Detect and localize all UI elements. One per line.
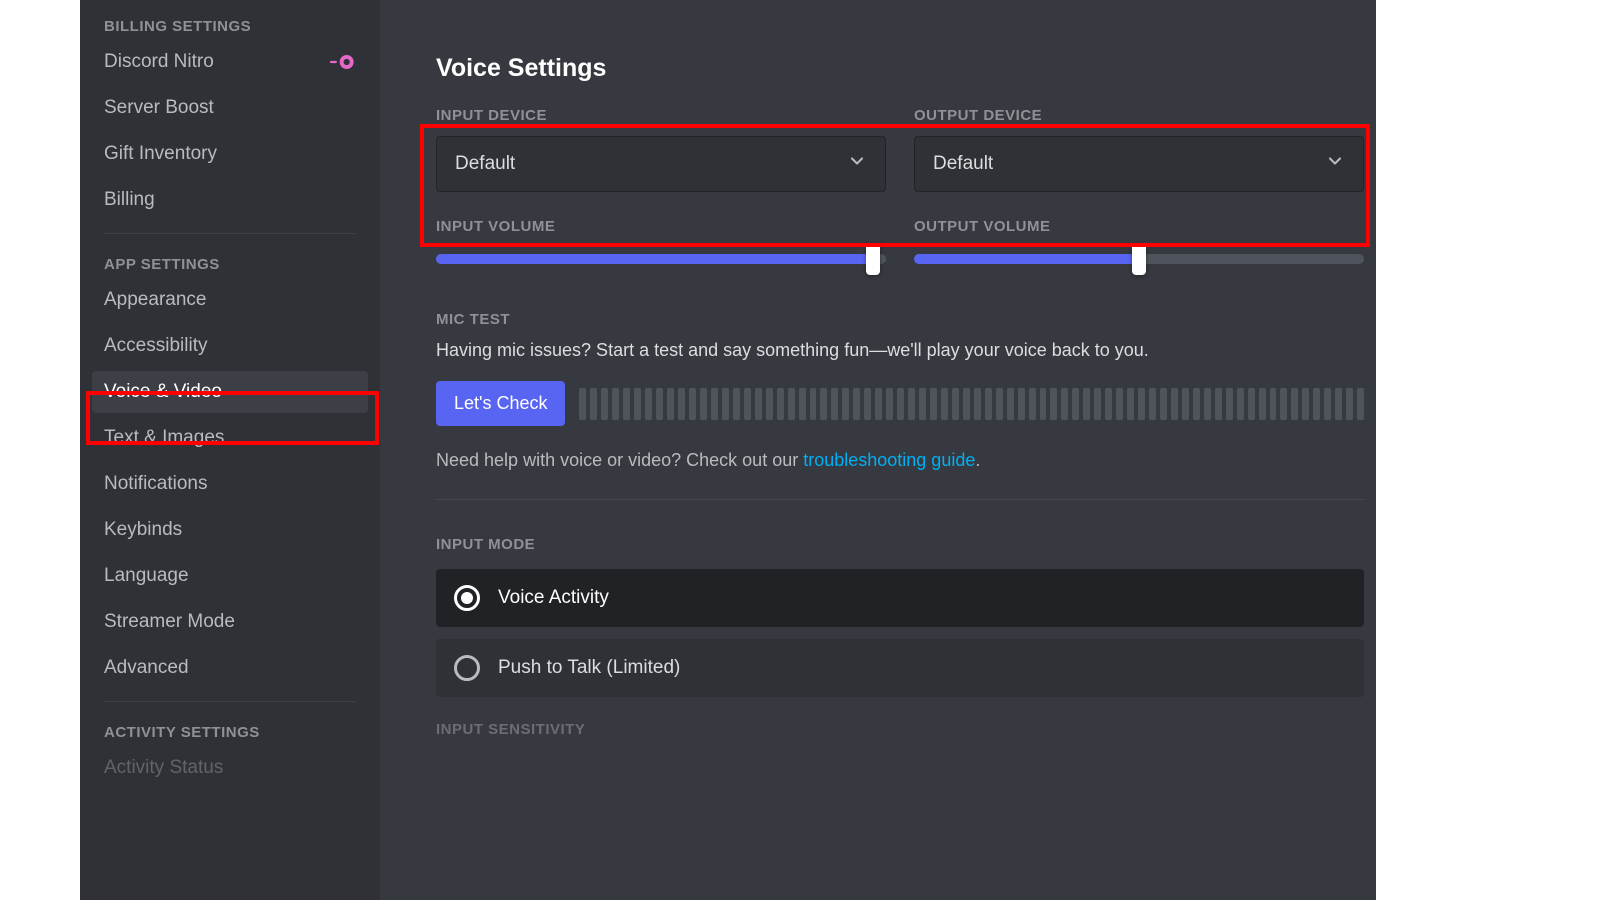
input-device-block: INPUT DEVICE Default <box>436 107 886 192</box>
input-device-label: INPUT DEVICE <box>436 107 886 124</box>
sidebar-divider <box>104 233 356 234</box>
sidebar-item-accessibility[interactable]: Accessibility <box>92 325 368 367</box>
slider-fill <box>914 254 1139 264</box>
output-volume-block: OUTPUT VOLUME <box>914 218 1364 271</box>
app-frame: BILLING SETTINGS Discord Nitro Server Bo… <box>80 0 1376 900</box>
sidebar-item-label: Advanced <box>104 657 189 679</box>
sidebar-item-label: Text & Images <box>104 427 224 449</box>
sidebar-item-streamer-mode[interactable]: Streamer Mode <box>92 601 368 643</box>
sidebar-item-label: Keybinds <box>104 519 182 541</box>
sidebar-item-label: Server Boost <box>104 97 214 119</box>
sidebar-item-label: Billing <box>104 189 155 211</box>
output-volume-slider[interactable] <box>914 247 1364 271</box>
input-mode-section: INPUT MODE Voice Activity Push to Talk (… <box>436 536 1364 697</box>
sidebar-item-keybinds[interactable]: Keybinds <box>92 509 368 551</box>
sidebar-item-label: Discord Nitro <box>104 51 214 73</box>
sidebar-item-label: Streamer Mode <box>104 611 235 633</box>
sidebar-section-activity: ACTIVITY SETTINGS <box>92 714 368 747</box>
help-suffix: . <box>975 450 980 470</box>
help-text: Need help with voice or video? Check out… <box>436 450 1364 471</box>
output-device-block: OUTPUT DEVICE Default <box>914 107 1364 192</box>
input-volume-label: INPUT VOLUME <box>436 218 886 235</box>
mic-test-section: MIC TEST Having mic issues? Start a test… <box>436 311 1364 471</box>
input-sensitivity-label: INPUT SENSITIVITY <box>436 721 1364 738</box>
help-prefix: Need help with voice or video? Check out… <box>436 450 803 470</box>
sidebar-item-discord-nitro[interactable]: Discord Nitro <box>92 41 368 83</box>
sidebar-item-activity-status[interactable]: Activity Status <box>92 747 368 789</box>
sidebar-item-label: Language <box>104 565 189 587</box>
settings-sidebar: BILLING SETTINGS Discord Nitro Server Bo… <box>80 0 380 900</box>
device-row: INPUT DEVICE Default OUTPUT DEVICE Defau… <box>436 107 1364 192</box>
content-column: Voice Settings INPUT DEVICE Default OUTP… <box>436 54 1364 738</box>
input-volume-block: INPUT VOLUME <box>436 218 886 271</box>
slider-thumb[interactable] <box>1132 243 1146 275</box>
lets-check-button[interactable]: Let's Check <box>436 381 565 426</box>
input-mode-voice-activity[interactable]: Voice Activity <box>436 569 1364 627</box>
mic-test-label: MIC TEST <box>436 311 1364 328</box>
sidebar-section-billing: BILLING SETTINGS <box>92 8 368 41</box>
troubleshooting-link[interactable]: troubleshooting guide <box>803 450 975 470</box>
page-title: Voice Settings <box>436 54 1364 83</box>
radio-label: Voice Activity <box>498 587 609 609</box>
sidebar-item-text-images[interactable]: Text & Images <box>92 417 368 459</box>
input-volume-slider[interactable] <box>436 247 886 271</box>
radio-label: Push to Talk (Limited) <box>498 657 680 679</box>
sidebar-item-label: Voice & Video <box>104 381 222 403</box>
sidebar-item-server-boost[interactable]: Server Boost <box>92 87 368 129</box>
output-volume-label: OUTPUT VOLUME <box>914 218 1364 235</box>
output-device-select[interactable]: Default <box>914 136 1364 192</box>
sidebar-item-gift-inventory[interactable]: Gift Inventory <box>92 133 368 175</box>
sidebar-item-label: Accessibility <box>104 335 207 357</box>
mic-level-meter <box>579 388 1364 420</box>
sidebar-section-app: APP SETTINGS <box>92 246 368 279</box>
sidebar-item-language[interactable]: Language <box>92 555 368 597</box>
settings-main: Voice Settings INPUT DEVICE Default OUTP… <box>380 0 1376 900</box>
radio-icon <box>454 655 480 681</box>
input-device-value: Default <box>455 153 515 175</box>
input-device-select[interactable]: Default <box>436 136 886 192</box>
sidebar-item-label: Gift Inventory <box>104 143 217 165</box>
sidebar-item-notifications[interactable]: Notifications <box>92 463 368 505</box>
chevron-down-icon <box>1325 151 1345 177</box>
output-device-value: Default <box>933 153 993 175</box>
volume-row: INPUT VOLUME OUTPUT VOLUME <box>436 218 1364 271</box>
sidebar-item-label: Appearance <box>104 289 206 311</box>
chevron-down-icon <box>847 151 867 177</box>
sidebar-item-billing[interactable]: Billing <box>92 179 368 221</box>
mic-test-desc: Having mic issues? Start a test and say … <box>436 340 1364 361</box>
sidebar-item-voice-video[interactable]: Voice & Video <box>92 371 368 413</box>
divider <box>436 499 1364 500</box>
slider-fill <box>436 254 873 264</box>
sidebar-item-label: Notifications <box>104 473 208 495</box>
page-left-margin <box>0 0 80 900</box>
sidebar-item-appearance[interactable]: Appearance <box>92 279 368 321</box>
slider-thumb[interactable] <box>866 243 880 275</box>
sidebar-divider <box>104 701 356 702</box>
sidebar-item-advanced[interactable]: Advanced <box>92 647 368 689</box>
nitro-icon <box>328 52 356 72</box>
input-mode-push-to-talk[interactable]: Push to Talk (Limited) <box>436 639 1364 697</box>
radio-icon <box>454 585 480 611</box>
output-device-label: OUTPUT DEVICE <box>914 107 1364 124</box>
mic-test-row: Let's Check <box>436 381 1364 426</box>
input-mode-label: INPUT MODE <box>436 536 1364 553</box>
